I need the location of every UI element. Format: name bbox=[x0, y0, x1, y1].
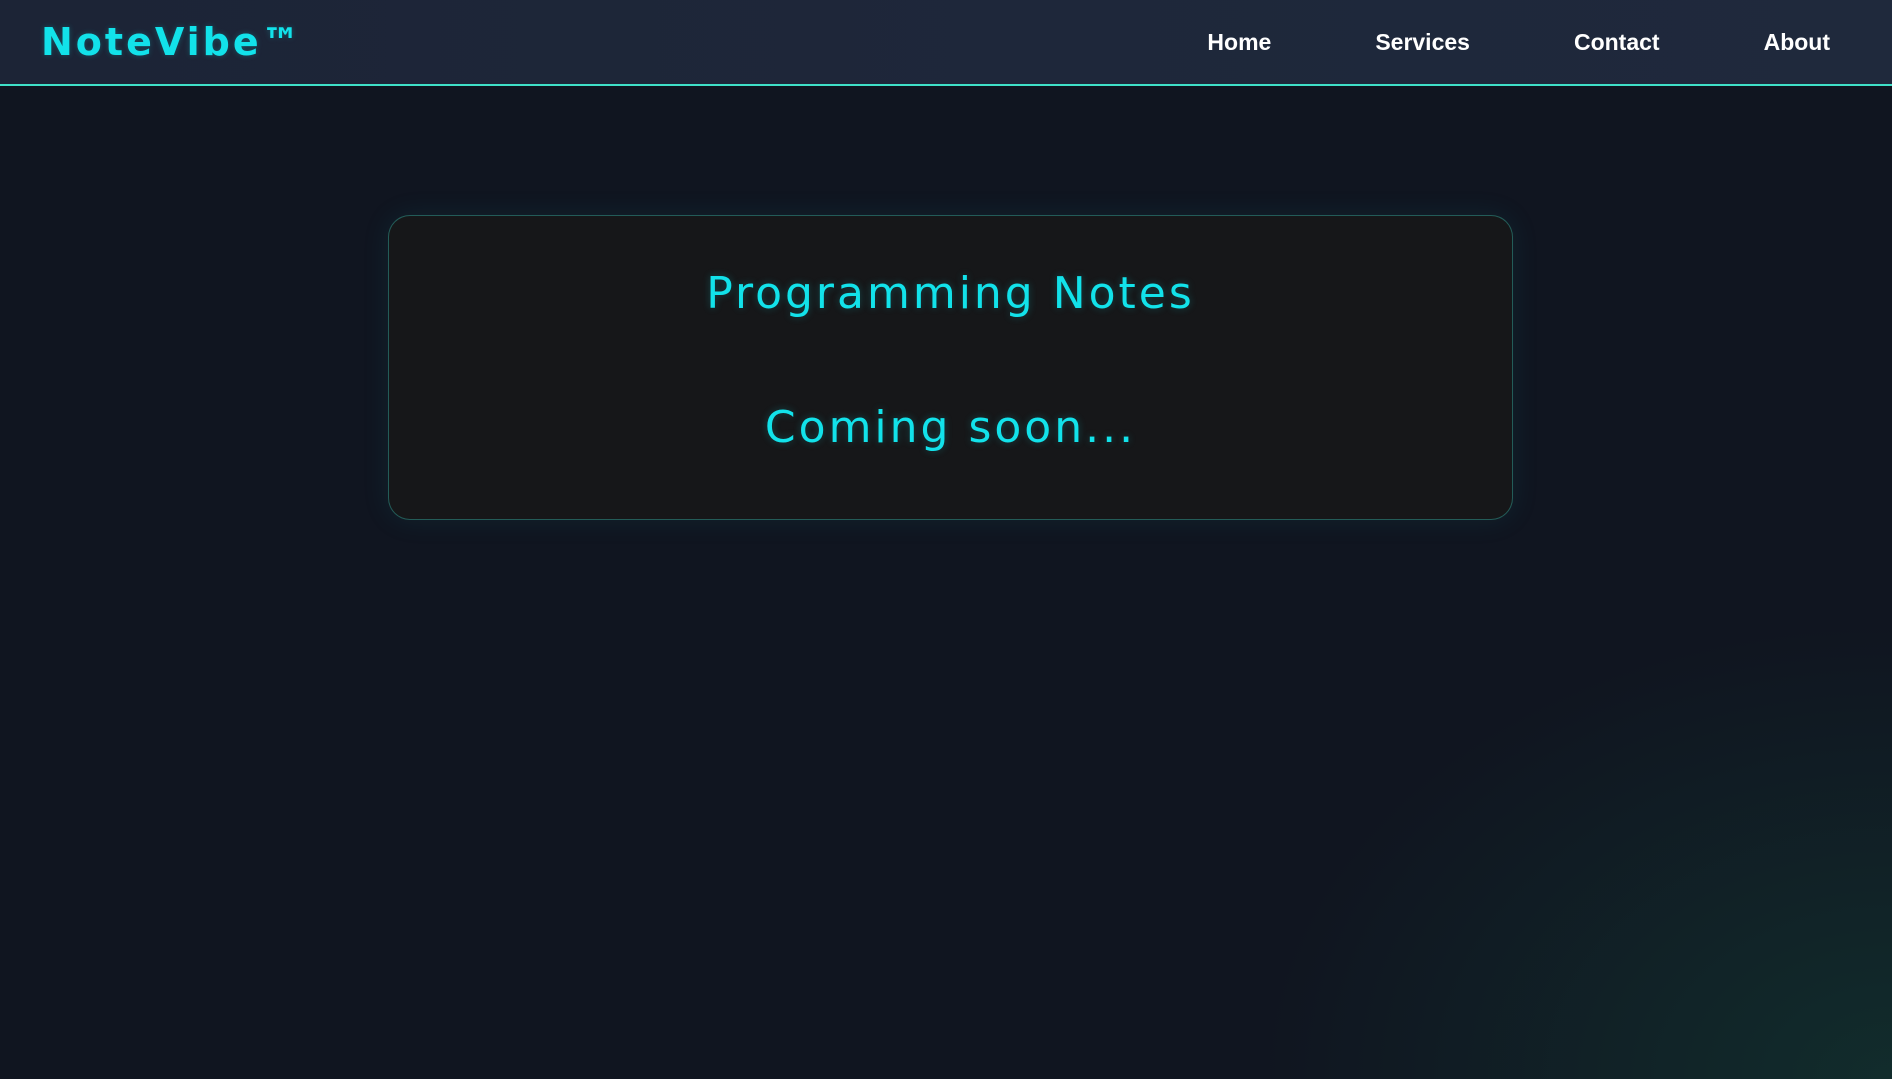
nav-link-contact[interactable]: Contact bbox=[1574, 29, 1660, 56]
nav-link-home[interactable]: Home bbox=[1207, 29, 1271, 56]
nav-link-services[interactable]: Services bbox=[1375, 29, 1470, 56]
brand-logo[interactable]: NoteVibe™ bbox=[41, 20, 303, 64]
top-navbar: NoteVibe™ Home Services Contact About bbox=[0, 0, 1892, 86]
nav-menu: Home Services Contact About bbox=[1207, 29, 1830, 56]
notes-card: Programming Notes Coming soon... bbox=[388, 215, 1513, 520]
card-title: Programming Notes bbox=[706, 268, 1195, 319]
coming-soon-message: Coming soon... bbox=[764, 402, 1137, 453]
nav-link-about[interactable]: About bbox=[1764, 29, 1830, 56]
